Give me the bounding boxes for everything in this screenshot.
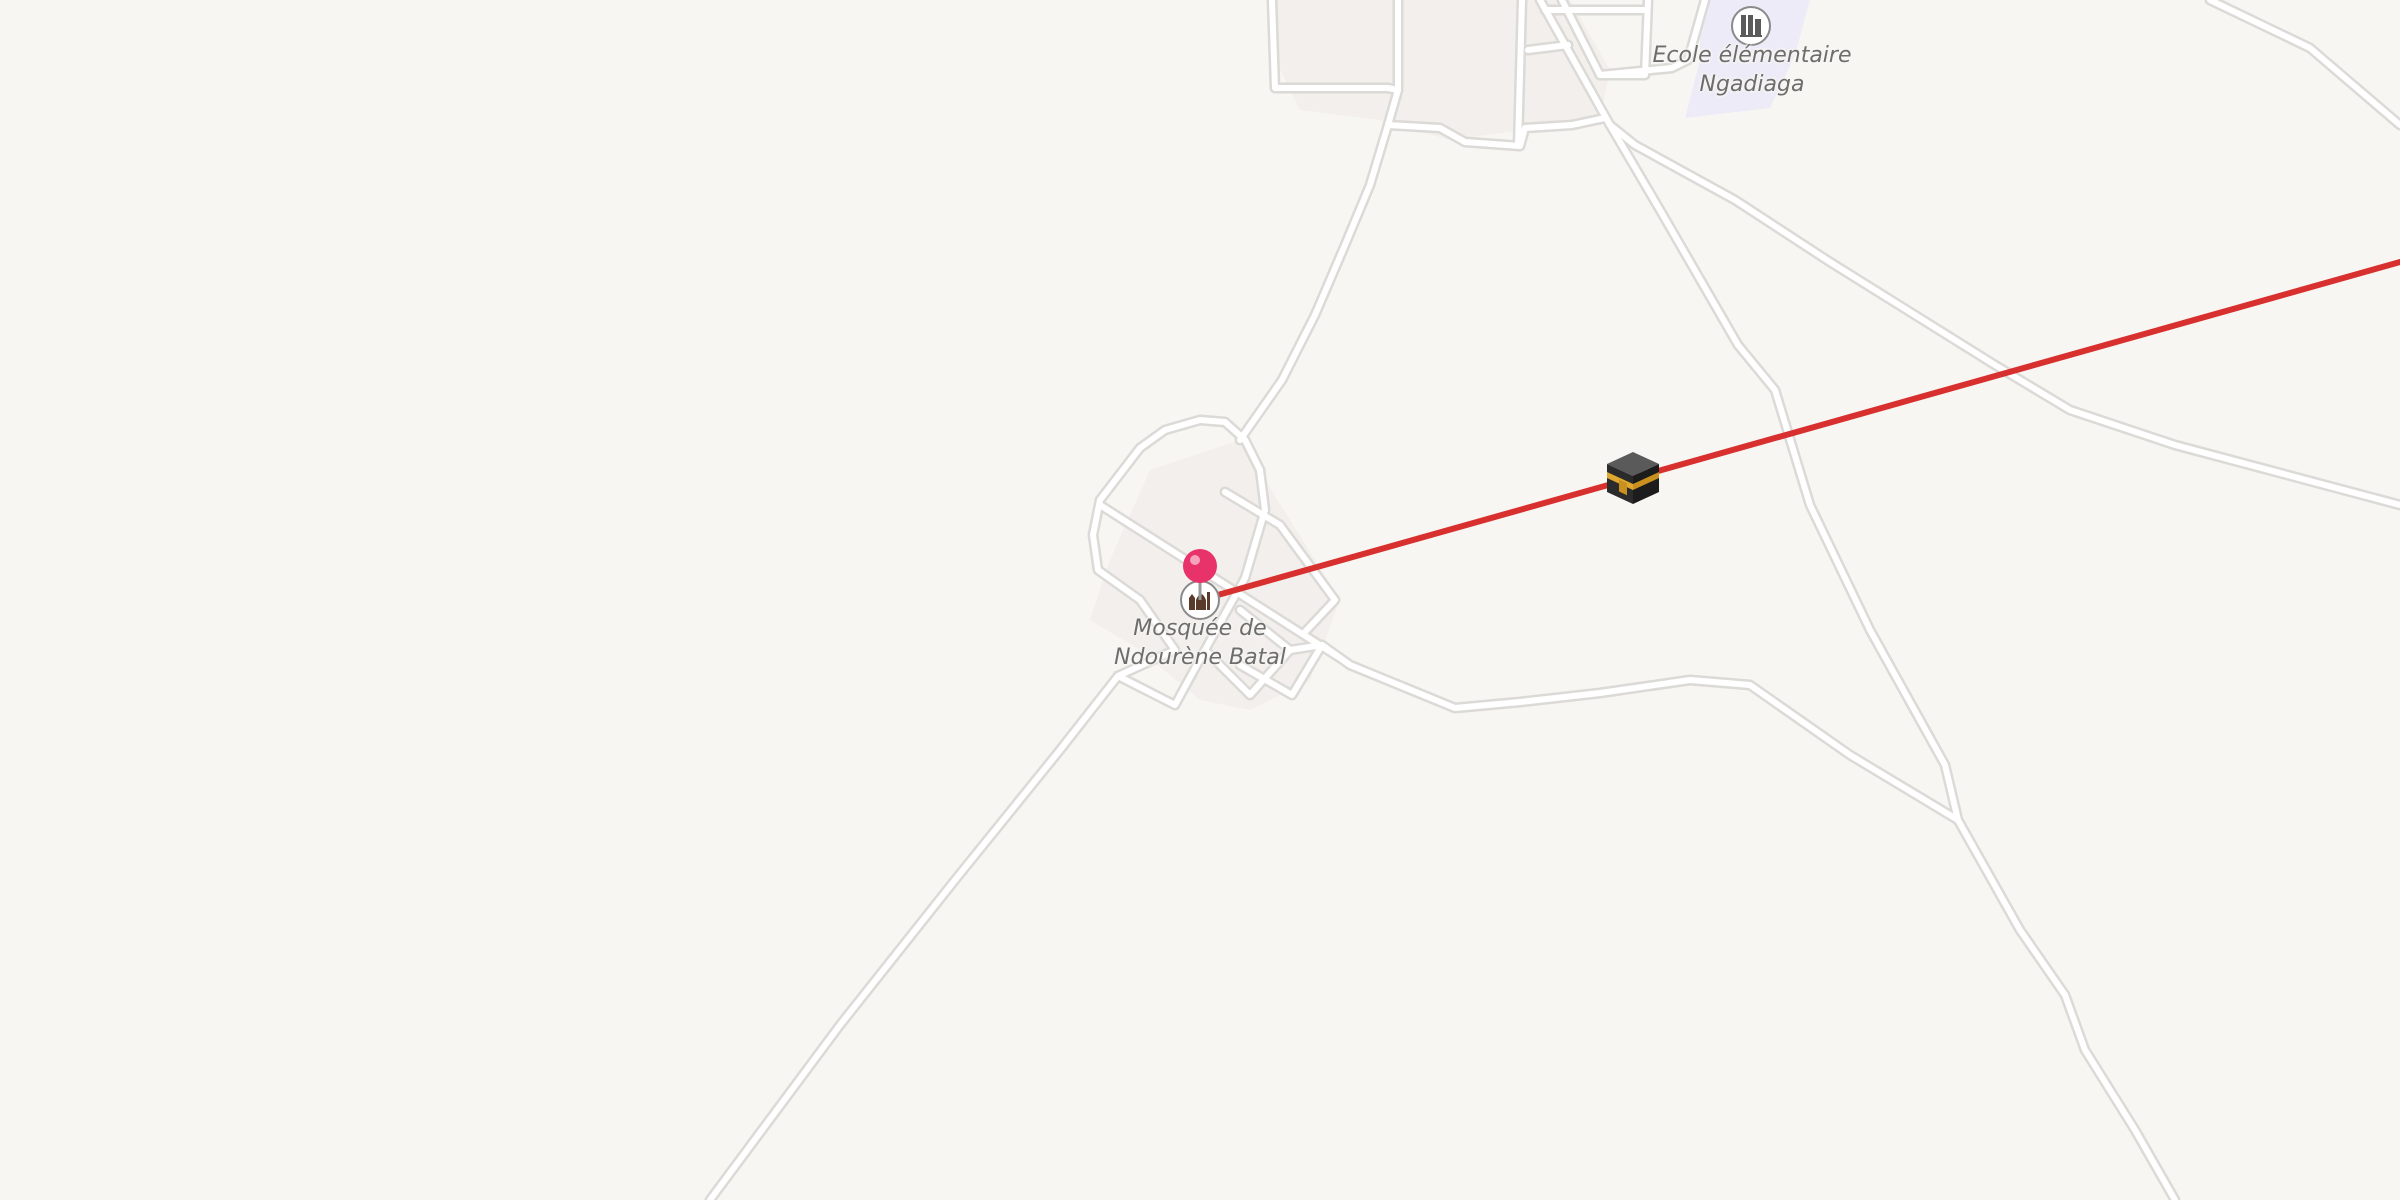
- road-casings: [704, 0, 2400, 1200]
- mosque-name-line1: Mosquée de: [1133, 616, 1267, 641]
- map-canvas[interactable]: [0, 0, 2400, 1200]
- mosque-label[interactable]: Mosquée de Ndourène Batal: [1114, 614, 1286, 672]
- school-name-line1: Ecole élémentaire: [1652, 43, 1852, 68]
- mosque-name-line2: Ndourène Batal: [1114, 645, 1286, 670]
- school-name-line2: Ngadiaga: [1699, 72, 1805, 97]
- roads: [707, 0, 2400, 1200]
- residential-area-north: [1275, 0, 1610, 140]
- qibla-direction-line: [1197, 259, 2400, 603]
- kaaba-icon[interactable]: [1607, 452, 1659, 504]
- school-icon[interactable]: [1731, 6, 1771, 46]
- school-label[interactable]: Ecole élémentaire Ngadiaga: [1653, 41, 1852, 99]
